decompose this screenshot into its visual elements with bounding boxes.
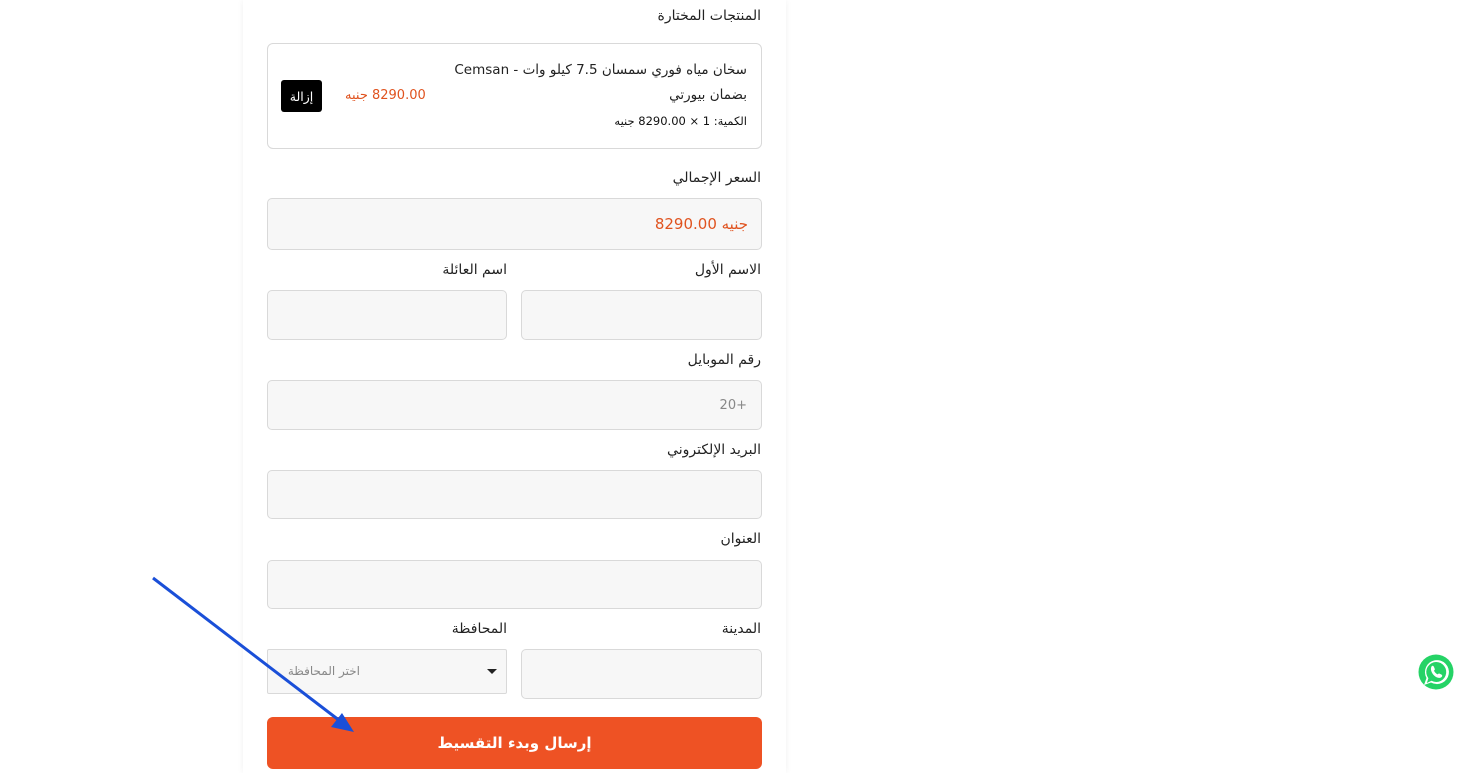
product-quantity: الكمية: 1 × 8290.00 جنيه (614, 114, 747, 128)
selected-products-label: المنتجات المختارة (657, 8, 761, 24)
product-price: 8290.00 جنيه (345, 88, 426, 103)
governorate-label: المحافظة (451, 621, 507, 637)
governorate-select[interactable]: اختر المحافظة (267, 649, 507, 694)
city-label: المدينة (721, 621, 761, 637)
first-name-field[interactable] (521, 290, 762, 340)
email-label: البريد الإلكتروني (667, 442, 761, 458)
whatsapp-icon[interactable] (1415, 651, 1457, 693)
mobile-field[interactable] (267, 380, 762, 430)
city-field[interactable] (521, 649, 762, 699)
remove-product-button[interactable]: إزالة (281, 80, 322, 112)
email-field[interactable] (267, 470, 762, 519)
governorate-selected-value: اختر المحافظة (287, 664, 360, 678)
address-field[interactable] (267, 560, 762, 609)
last-name-field[interactable] (267, 290, 507, 340)
product-name: سخان مياه فوري سمسان 7.5 كيلو وات - Cems… (454, 62, 747, 103)
caret-down-icon (487, 669, 497, 674)
first-name-label: الاسم الأول (694, 262, 761, 278)
submit-installment-button[interactable]: إرسال وبدء التقسيط (267, 717, 762, 769)
product-card: سخان مياه فوري سمسان 7.5 كيلو وات - Cems… (267, 43, 762, 149)
total-price-value: جنيه 8290.00 (654, 215, 748, 233)
mobile-label: رقم الموبايل (687, 352, 761, 368)
address-label: العنوان (720, 531, 761, 547)
last-name-label: اسم العائلة (442, 262, 507, 278)
total-price-label: السعر الإجمالي (672, 170, 761, 186)
total-price-box: جنيه 8290.00 (267, 198, 762, 250)
